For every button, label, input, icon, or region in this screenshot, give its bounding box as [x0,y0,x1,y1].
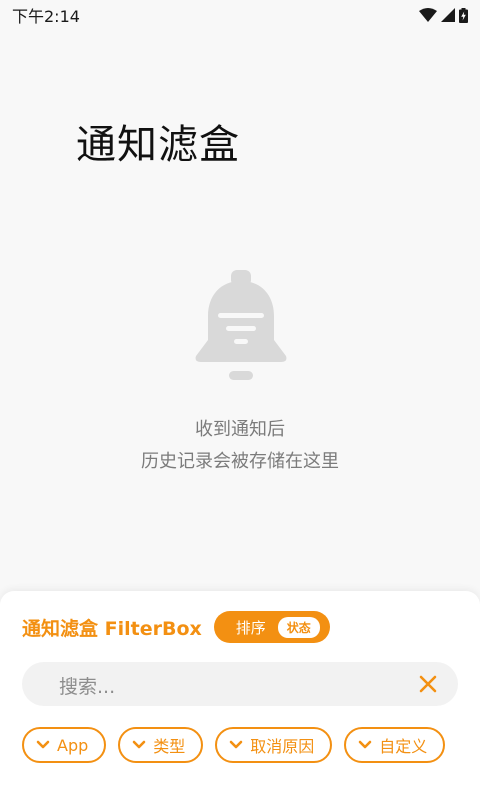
filter-chip-cancel-reason[interactable]: 取消原因 [215,727,333,763]
filter-chips: App 类型 取消原因 自定义 [22,727,446,763]
chevron-down-icon [132,740,146,749]
wifi-icon [419,8,437,22]
filter-chip-label: 取消原因 [250,737,315,756]
battery-charging-icon [459,7,468,23]
sort-button[interactable]: 排序 状态 [213,611,330,643]
close-icon[interactable] [418,674,438,694]
chevron-down-icon [358,740,372,749]
filter-chip-custom[interactable]: 自定义 [344,727,446,763]
chevron-down-icon [36,740,50,749]
empty-message-line1: 收到通知后 [195,419,285,440]
filter-chip-label: 类型 [153,737,186,756]
filter-chip-type[interactable]: 类型 [118,727,204,763]
page-title: 通知滤盒 [76,122,240,168]
filter-chip-label: App [57,735,89,755]
search-input[interactable]: 搜索... [22,662,458,706]
app-name: 通知滤盒 FilterBox [22,617,202,640]
empty-message-line2: 历史记录会被存储在这里 [141,451,339,472]
sort-value-badge: 状态 [277,616,320,638]
filter-chip-app[interactable]: App [22,727,107,763]
panel-header: 通知滤盒 FilterBox 排序 状态 [22,611,330,643]
bell-icon [195,270,287,380]
sort-label: 排序 [235,618,266,637]
screen: 下午2:14 通知滤盒 收到通知后 历史记录会被存储在这里 通知滤盒 Filte [0,0,480,788]
filter-chip-label: 自定义 [379,737,428,756]
bottom-panel: 通知滤盒 FilterBox 排序 状态 搜索... App 类型 取消原因 自… [0,591,480,788]
cellular-signal-icon [441,8,455,22]
chevron-down-icon [229,740,243,749]
status-time: 下午2:14 [12,7,80,26]
status-icons [419,7,468,23]
search-placeholder: 搜索... [59,676,116,698]
status-bar: 下午2:14 [0,0,480,30]
